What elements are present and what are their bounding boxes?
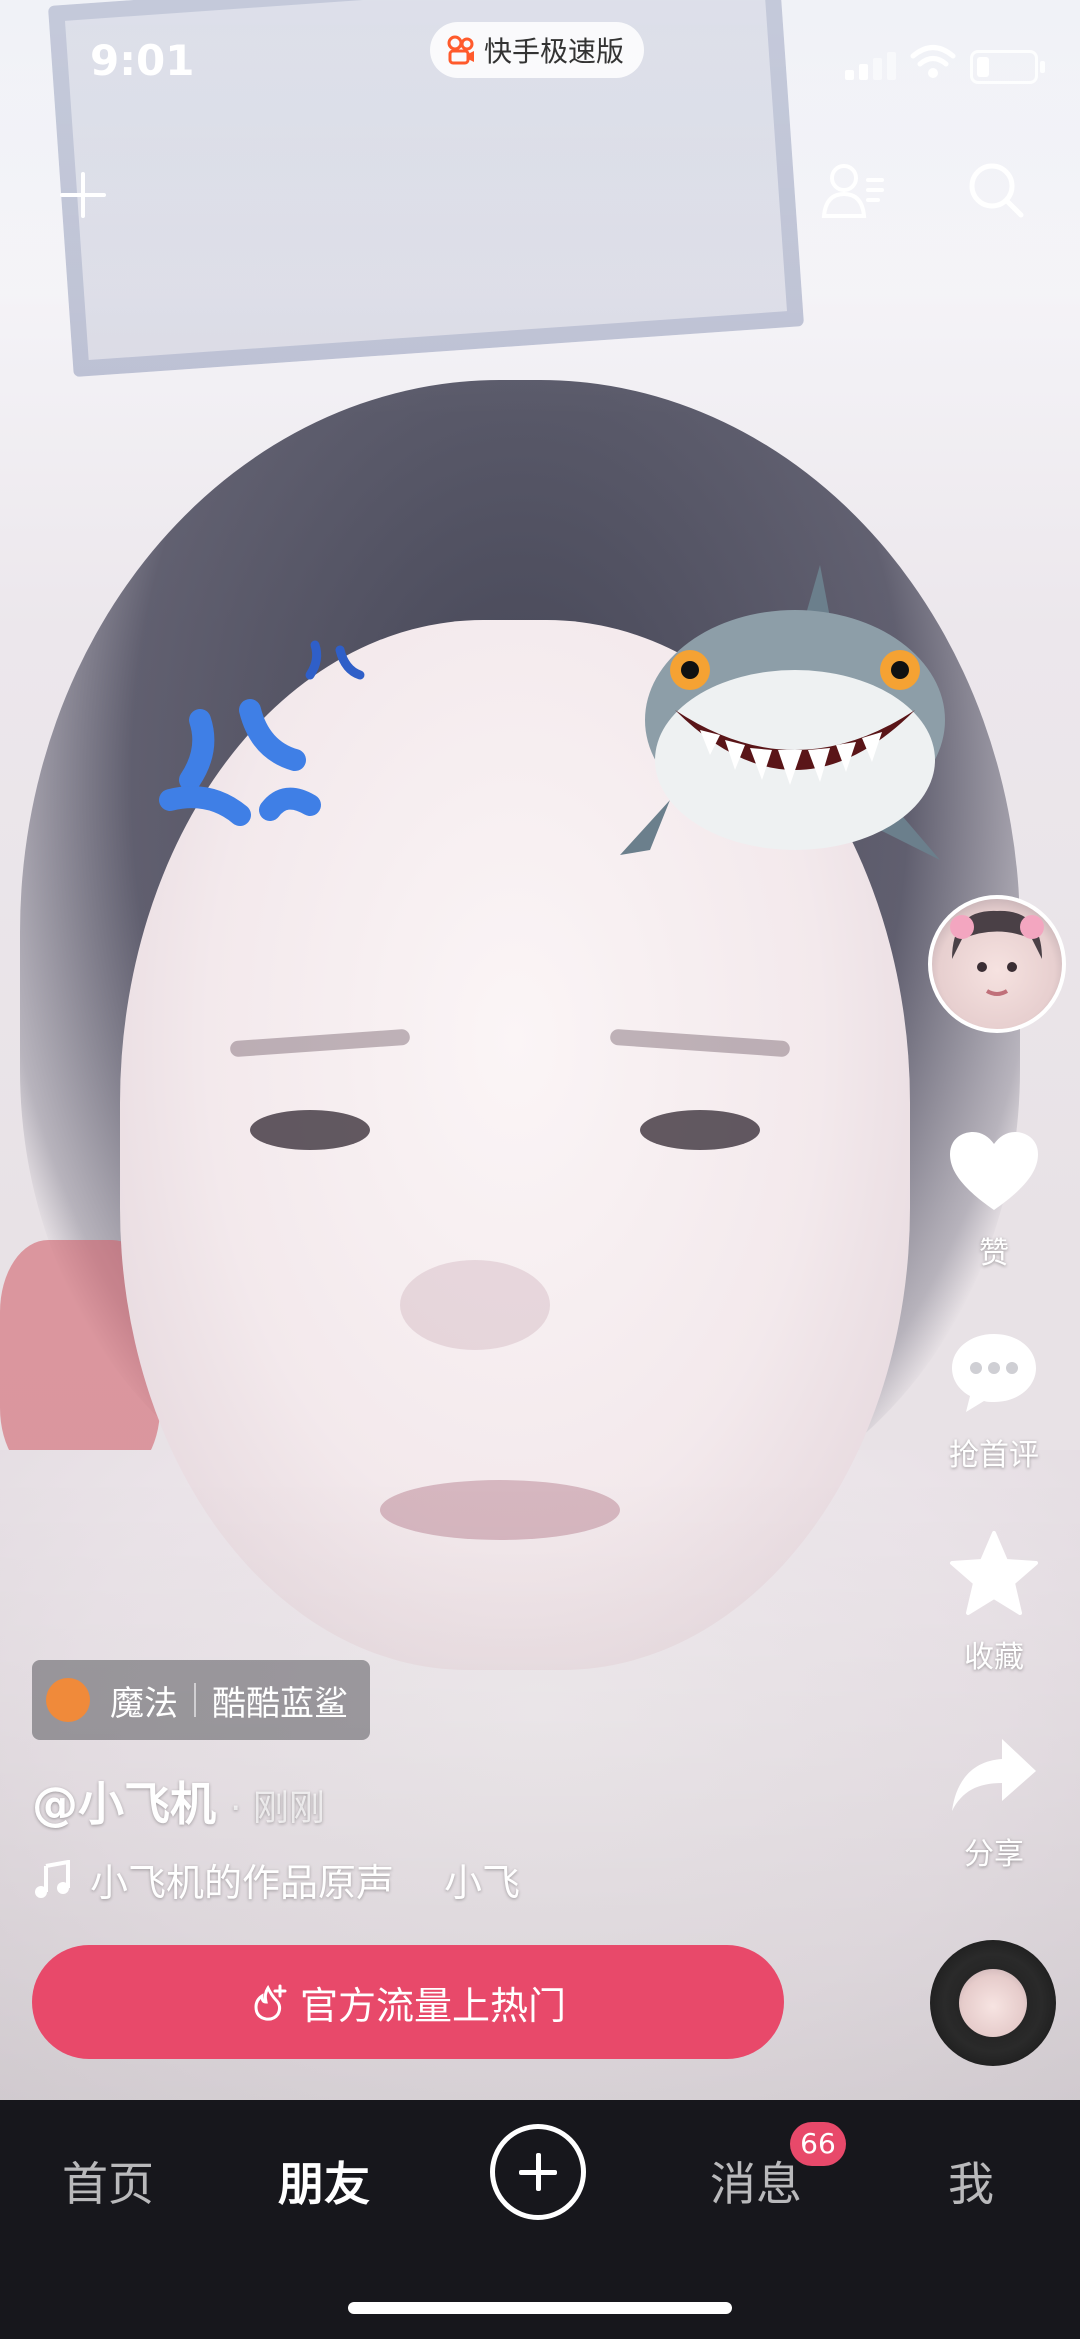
tab-friends[interactable]: 朋友: [278, 2148, 370, 2214]
share-label: 分享: [964, 1837, 1024, 1872]
tab-me[interactable]: 我: [948, 2148, 994, 2214]
music-artist: 小飞: [444, 1861, 521, 1905]
battery-icon: [970, 50, 1045, 84]
comment-label: 抢首评: [949, 1438, 1039, 1473]
share-button[interactable]: 分享: [924, 1735, 1064, 1873]
star-icon: [950, 1531, 1038, 1615]
flame-plus-icon: [254, 1984, 287, 2021]
music-row[interactable]: 小飞机的作品原声 小飞: [32, 1852, 520, 1907]
kuaishou-logo-icon: [447, 35, 474, 65]
tab-home[interactable]: 首页: [62, 2148, 154, 2214]
favorite-label: 收藏: [964, 1640, 1024, 1675]
search-icon[interactable]: [966, 160, 1026, 220]
music-note-icon: [35, 1859, 70, 1898]
music-disc[interactable]: [930, 1940, 1056, 2066]
like-label: 赞: [979, 1236, 1009, 1271]
disc-cover-image: [959, 1969, 1027, 2037]
author-row: @小飞机 · 刚刚: [32, 1768, 325, 1834]
cellular-signal-icon: [845, 52, 896, 80]
favorite-button[interactable]: 收藏: [924, 1530, 1064, 1676]
comment-bubble-icon: [952, 1334, 1036, 1412]
avatar-image: [950, 910, 1044, 996]
magic-face-icon: [46, 1678, 90, 1722]
messages-badge: 66: [790, 2122, 846, 2166]
magic-separator: [194, 1683, 196, 1717]
status-bar: 9:01 快手极速版: [0, 0, 1080, 130]
home-indicator[interactable]: [348, 2302, 732, 2314]
comment-button[interactable]: 抢首评: [924, 1330, 1064, 1474]
music-title: 小飞机的作品原声: [90, 1861, 395, 1905]
user-list-icon[interactable]: [820, 160, 886, 222]
creator-avatar[interactable]: [928, 895, 1066, 1033]
plus-icon[interactable]: [58, 170, 108, 220]
status-time: 9:01: [90, 36, 195, 85]
posted-time: · 刚刚: [230, 1788, 325, 1829]
like-button[interactable]: 赞: [924, 1130, 1064, 1272]
app-pill-label: 快手极速版: [484, 35, 625, 68]
create-post-button[interactable]: [490, 2124, 586, 2220]
app-switch-pill[interactable]: 快手极速版: [430, 22, 645, 78]
shark-sticker: [620, 565, 945, 860]
author-name[interactable]: @小飞机: [32, 1768, 216, 1834]
heart-icon: [950, 1132, 1038, 1210]
anger-mark-sticker: [159, 640, 365, 826]
wifi-icon: [910, 45, 956, 78]
magic-effect-tag[interactable]: 魔法 酷酷蓝鲨: [32, 1660, 370, 1740]
share-arrow-icon: [952, 1739, 1036, 1811]
promote-hot-button[interactable]: 官方流量上热门: [32, 1945, 784, 2059]
magic-label: 魔法: [110, 1683, 178, 1724]
magic-effect-name: 酷酷蓝鲨: [212, 1683, 348, 1724]
tab-messages[interactable]: 消息: [710, 2148, 802, 2214]
promote-label: 官方流量上热门: [299, 1983, 566, 2028]
